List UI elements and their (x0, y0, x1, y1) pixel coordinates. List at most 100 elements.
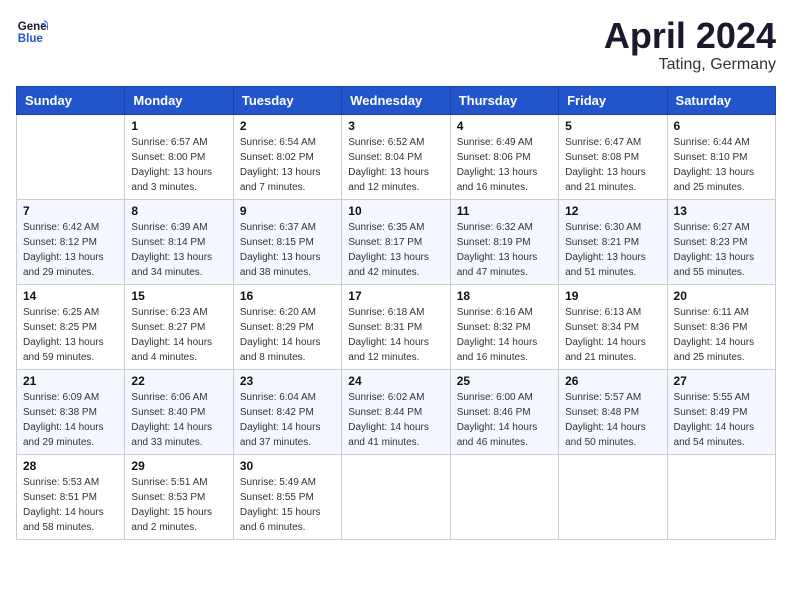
cell-info: Sunrise: 5:49 AMSunset: 8:55 PMDaylight:… (240, 475, 335, 535)
cell-info: Sunrise: 6:57 AMSunset: 8:00 PMDaylight:… (131, 135, 226, 195)
cell-info: Sunrise: 6:06 AMSunset: 8:40 PMDaylight:… (131, 390, 226, 450)
cell-info: Sunrise: 6:32 AMSunset: 8:19 PMDaylight:… (457, 220, 552, 280)
svg-text:General: General (18, 21, 48, 33)
header-row: SundayMondayTuesdayWednesdayThursdayFrid… (17, 86, 776, 114)
cell-info: Sunrise: 6:25 AMSunset: 8:25 PMDaylight:… (23, 305, 118, 365)
cell-info: Sunrise: 6:44 AMSunset: 8:10 PMDaylight:… (674, 135, 769, 195)
day-number: 22 (131, 374, 226, 388)
calendar-cell: 9Sunrise: 6:37 AMSunset: 8:15 PMDaylight… (233, 199, 341, 284)
cell-info: Sunrise: 6:42 AMSunset: 8:12 PMDaylight:… (23, 220, 118, 280)
cell-info: Sunrise: 6:30 AMSunset: 8:21 PMDaylight:… (565, 220, 660, 280)
calendar-cell: 20 Sunrise: 6:11 AMSunset: 8:36 PMDayligh… (667, 284, 775, 369)
calendar-cell (17, 114, 125, 199)
calendar-subtitle: Tating, Germany (604, 56, 776, 74)
day-number: 4 (457, 119, 552, 133)
day-number: 6 (674, 119, 769, 133)
calendar-cell (342, 454, 450, 539)
day-number: 23 (240, 374, 335, 388)
cell-info: Sunrise: 6:49 AMSunset: 8:06 PMDaylight:… (457, 135, 552, 195)
cell-info: Sunrise: 6:00 AMSunset: 8:46 PMDaylight:… (457, 390, 552, 450)
calendar-cell: 11Sunrise: 6:32 AMSunset: 8:19 PMDayligh… (450, 199, 558, 284)
day-number: 25 (457, 374, 552, 388)
col-header-wednesday: Wednesday (342, 86, 450, 114)
day-number: 21 (23, 374, 118, 388)
day-number: 1 (131, 119, 226, 133)
calendar-cell: 24 Sunrise: 6:02 AMSunset: 8:44 PMDayligh… (342, 369, 450, 454)
calendar-cell: 5 Sunrise: 6:47 AMSunset: 8:08 PMDaylight… (559, 114, 667, 199)
day-number: 19 (565, 289, 660, 303)
day-number: 27 (674, 374, 769, 388)
cell-info: Sunrise: 6:52 AMSunset: 8:04 PMDaylight:… (348, 135, 443, 195)
col-header-monday: Monday (125, 86, 233, 114)
cell-info: Sunrise: 6:39 AMSunset: 8:14 PMDaylight:… (131, 220, 226, 280)
calendar-cell: 2 Sunrise: 6:54 AMSunset: 8:02 PMDaylight… (233, 114, 341, 199)
svg-text:Blue: Blue (18, 33, 44, 45)
calendar-cell: 8 Sunrise: 6:39 AMSunset: 8:14 PMDaylight… (125, 199, 233, 284)
cell-info: Sunrise: 6:23 AMSunset: 8:27 PMDaylight:… (131, 305, 226, 365)
col-header-sunday: Sunday (17, 86, 125, 114)
day-number: 18 (457, 289, 552, 303)
day-number: 7 (23, 204, 118, 218)
calendar-cell (667, 454, 775, 539)
calendar-cell: 26 Sunrise: 5:57 AMSunset: 8:48 PMDayligh… (559, 369, 667, 454)
cell-info: Sunrise: 6:16 AMSunset: 8:32 PMDaylight:… (457, 305, 552, 365)
week-row-5: 28Sunrise: 5:53 AMSunset: 8:51 PMDayligh… (17, 454, 776, 539)
col-header-saturday: Saturday (667, 86, 775, 114)
calendar-cell: 4 Sunrise: 6:49 AMSunset: 8:06 PMDaylight… (450, 114, 558, 199)
day-number: 13 (674, 204, 769, 218)
day-number: 30 (240, 459, 335, 473)
calendar-cell: 6 Sunrise: 6:44 AMSunset: 8:10 PMDaylight… (667, 114, 775, 199)
page-header: General Blue April 2024 Tating, Germany (16, 16, 776, 74)
week-row-2: 7 Sunrise: 6:42 AMSunset: 8:12 PMDaylight… (17, 199, 776, 284)
day-number: 20 (674, 289, 769, 303)
calendar-cell (559, 454, 667, 539)
calendar-cell: 28Sunrise: 5:53 AMSunset: 8:51 PMDayligh… (17, 454, 125, 539)
day-number: 17 (348, 289, 443, 303)
calendar-title: April 2024 (604, 16, 776, 56)
col-header-friday: Friday (559, 86, 667, 114)
cell-info: Sunrise: 6:11 AMSunset: 8:36 PMDaylight:… (674, 305, 769, 365)
week-row-3: 14Sunrise: 6:25 AMSunset: 8:25 PMDayligh… (17, 284, 776, 369)
cell-info: Sunrise: 6:54 AMSunset: 8:02 PMDaylight:… (240, 135, 335, 195)
calendar-cell: 7 Sunrise: 6:42 AMSunset: 8:12 PMDaylight… (17, 199, 125, 284)
day-number: 26 (565, 374, 660, 388)
cell-info: Sunrise: 5:57 AMSunset: 8:48 PMDaylight:… (565, 390, 660, 450)
cell-info: Sunrise: 6:20 AMSunset: 8:29 PMDaylight:… (240, 305, 335, 365)
day-number: 2 (240, 119, 335, 133)
calendar-cell (450, 454, 558, 539)
day-number: 5 (565, 119, 660, 133)
calendar-cell: 15Sunrise: 6:23 AMSunset: 8:27 PMDayligh… (125, 284, 233, 369)
cell-info: Sunrise: 6:35 AMSunset: 8:17 PMDaylight:… (348, 220, 443, 280)
calendar-cell: 25 Sunrise: 6:00 AMSunset: 8:46 PMDayligh… (450, 369, 558, 454)
cell-info: Sunrise: 5:51 AMSunset: 8:53 PMDaylight:… (131, 475, 226, 535)
week-row-4: 21 Sunrise: 6:09 AMSunset: 8:38 PMDayligh… (17, 369, 776, 454)
day-number: 8 (131, 204, 226, 218)
calendar-cell: 30 Sunrise: 5:49 AMSunset: 8:55 PMDayligh… (233, 454, 341, 539)
cell-info: Sunrise: 6:47 AMSunset: 8:08 PMDaylight:… (565, 135, 660, 195)
cell-info: Sunrise: 6:09 AMSunset: 8:38 PMDaylight:… (23, 390, 118, 450)
day-number: 3 (348, 119, 443, 133)
cell-info: Sunrise: 6:27 AMSunset: 8:23 PMDaylight:… (674, 220, 769, 280)
col-header-thursday: Thursday (450, 86, 558, 114)
calendar-cell: 3 Sunrise: 6:52 AMSunset: 8:04 PMDaylight… (342, 114, 450, 199)
calendar-cell: 10 Sunrise: 6:35 AMSunset: 8:17 PMDayligh… (342, 199, 450, 284)
cell-info: Sunrise: 6:02 AMSunset: 8:44 PMDaylight:… (348, 390, 443, 450)
calendar-cell: 16Sunrise: 6:20 AMSunset: 8:29 PMDayligh… (233, 284, 341, 369)
calendar-cell: 29Sunrise: 5:51 AMSunset: 8:53 PMDayligh… (125, 454, 233, 539)
day-number: 24 (348, 374, 443, 388)
logo-icon: General Blue (16, 16, 48, 48)
calendar-cell: 23Sunrise: 6:04 AMSunset: 8:42 PMDayligh… (233, 369, 341, 454)
calendar-cell: 27 Sunrise: 5:55 AMSunset: 8:49 PMDayligh… (667, 369, 775, 454)
cell-info: Sunrise: 5:55 AMSunset: 8:49 PMDaylight:… (674, 390, 769, 450)
logo: General Blue (16, 16, 48, 48)
cell-info: Sunrise: 6:37 AMSunset: 8:15 PMDaylight:… (240, 220, 335, 280)
day-number: 28 (23, 459, 118, 473)
title-block: April 2024 Tating, Germany (604, 16, 776, 74)
calendar-cell: 21 Sunrise: 6:09 AMSunset: 8:38 PMDayligh… (17, 369, 125, 454)
week-row-1: 1 Sunrise: 6:57 AMSunset: 8:00 PMDaylight… (17, 114, 776, 199)
calendar-table: SundayMondayTuesdayWednesdayThursdayFrid… (16, 86, 776, 540)
day-number: 10 (348, 204, 443, 218)
cell-info: Sunrise: 6:13 AMSunset: 8:34 PMDaylight:… (565, 305, 660, 365)
calendar-cell: 12Sunrise: 6:30 AMSunset: 8:21 PMDayligh… (559, 199, 667, 284)
calendar-cell: 14Sunrise: 6:25 AMSunset: 8:25 PMDayligh… (17, 284, 125, 369)
